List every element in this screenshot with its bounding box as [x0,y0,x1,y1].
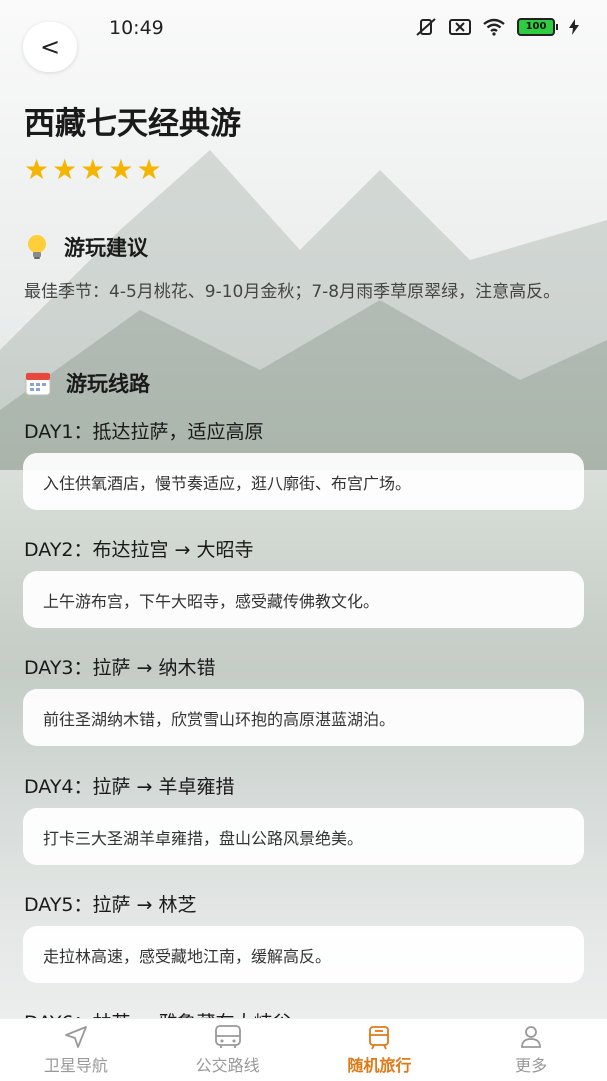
day-title: DAY1：抵达拉萨，适应高原 [24,421,264,443]
train-icon [369,1026,390,1050]
tab-label: 随机旅行 [347,1056,412,1075]
back-label: < [39,33,61,61]
wifi-icon [483,18,505,36]
day-title: DAY5：拉萨 → 林芝 [24,894,197,916]
tab-more[interactable]: 更多 [455,1019,607,1081]
tab-label: 更多 [515,1056,548,1075]
day-card[interactable]: 走拉林高速，感受藏地江南，缓解高反。 [23,926,584,983]
day-desc: 前往圣湖纳木错，欣赏雪山环抱的高原湛蓝湖泊。 [43,709,396,729]
day-desc: 入住供氧酒店，慢节奏适应，逛八廓街、布宫广场。 [43,473,412,493]
battery-icon: 100 [517,18,558,36]
day-card[interactable]: 上午游布宫，下午大昭寺，感受藏传佛教文化。 [23,571,584,628]
bottom-tab-bar: 卫星导航 公交路线 随机旅行 更多 [0,1018,607,1081]
navigation-arrow-icon [64,1026,87,1048]
day-desc: 打卡三大圣湖羊卓雍措，盘山公路风景绝美。 [43,828,364,848]
star-icon: ★ [24,153,50,186]
star-icon: ★ [52,153,78,186]
back-button[interactable]: < [23,22,77,72]
day-title: DAY4：拉萨 → 羊卓雍措 [24,776,235,798]
star-icon: ★ [80,153,106,186]
tab-bus-routes[interactable]: 公交路线 [152,1019,304,1081]
tab-random-travel[interactable]: 随机旅行 [304,1019,456,1081]
tips-heading: 游玩建议 [24,232,148,262]
main-content[interactable]: 西藏七天经典游 ★ ★ ★ ★ ★ 游玩建议 最佳季节：4-5月桃花、9-10月… [0,0,607,1020]
tips-heading-label: 游玩建议 [64,236,148,260]
vibrate-off-icon [416,18,436,36]
lightbulb-icon [28,235,46,259]
charging-bolt-icon [569,19,579,35]
day-card[interactable]: 前往圣湖纳木错，欣赏雪山环抱的高原湛蓝湖泊。 [23,689,584,746]
tab-satellite-navigation[interactable]: 卫星导航 [0,1019,152,1081]
star-rating: ★ ★ ★ ★ ★ [24,155,162,185]
route-heading: 游玩线路 [24,368,150,398]
tips-text: 最佳季节：4-5月桃花、9-10月金秋；7-8月雨季草原翠绿，注意高反。 [24,282,561,302]
battery-level: 100 [517,18,555,36]
day-card[interactable]: 入住供氧酒店，慢节奏适应，逛八廓街、布宫广场。 [23,453,584,510]
user-icon [521,1026,542,1048]
day-title: DAY2：布达拉宫 → 大昭寺 [24,539,254,561]
calendar-icon [25,372,51,396]
status-icons: 100 [414,17,579,37]
sim-x-icon [449,19,471,35]
day-desc: 走拉林高速，感受藏地江南，缓解高反。 [43,946,332,966]
status-bar: 10:49 100 [0,0,607,56]
day-title: DAY3：拉萨 → 纳木错 [24,657,216,679]
day-desc: 上午游布宫，下午大昭寺，感受藏传佛教文化。 [43,591,380,611]
day-card[interactable]: 打卡三大圣湖羊卓雍措，盘山公路风景绝美。 [23,808,584,865]
tab-label: 卫星导航 [43,1056,108,1075]
tab-label: 公交路线 [195,1056,260,1075]
page-title: 西藏七天经典游 [24,106,241,142]
star-icon: ★ [136,153,162,186]
status-time: 10:49 [109,17,164,39]
bus-icon [214,1025,241,1048]
route-heading-label: 游玩线路 [66,372,150,396]
star-icon: ★ [108,153,134,186]
